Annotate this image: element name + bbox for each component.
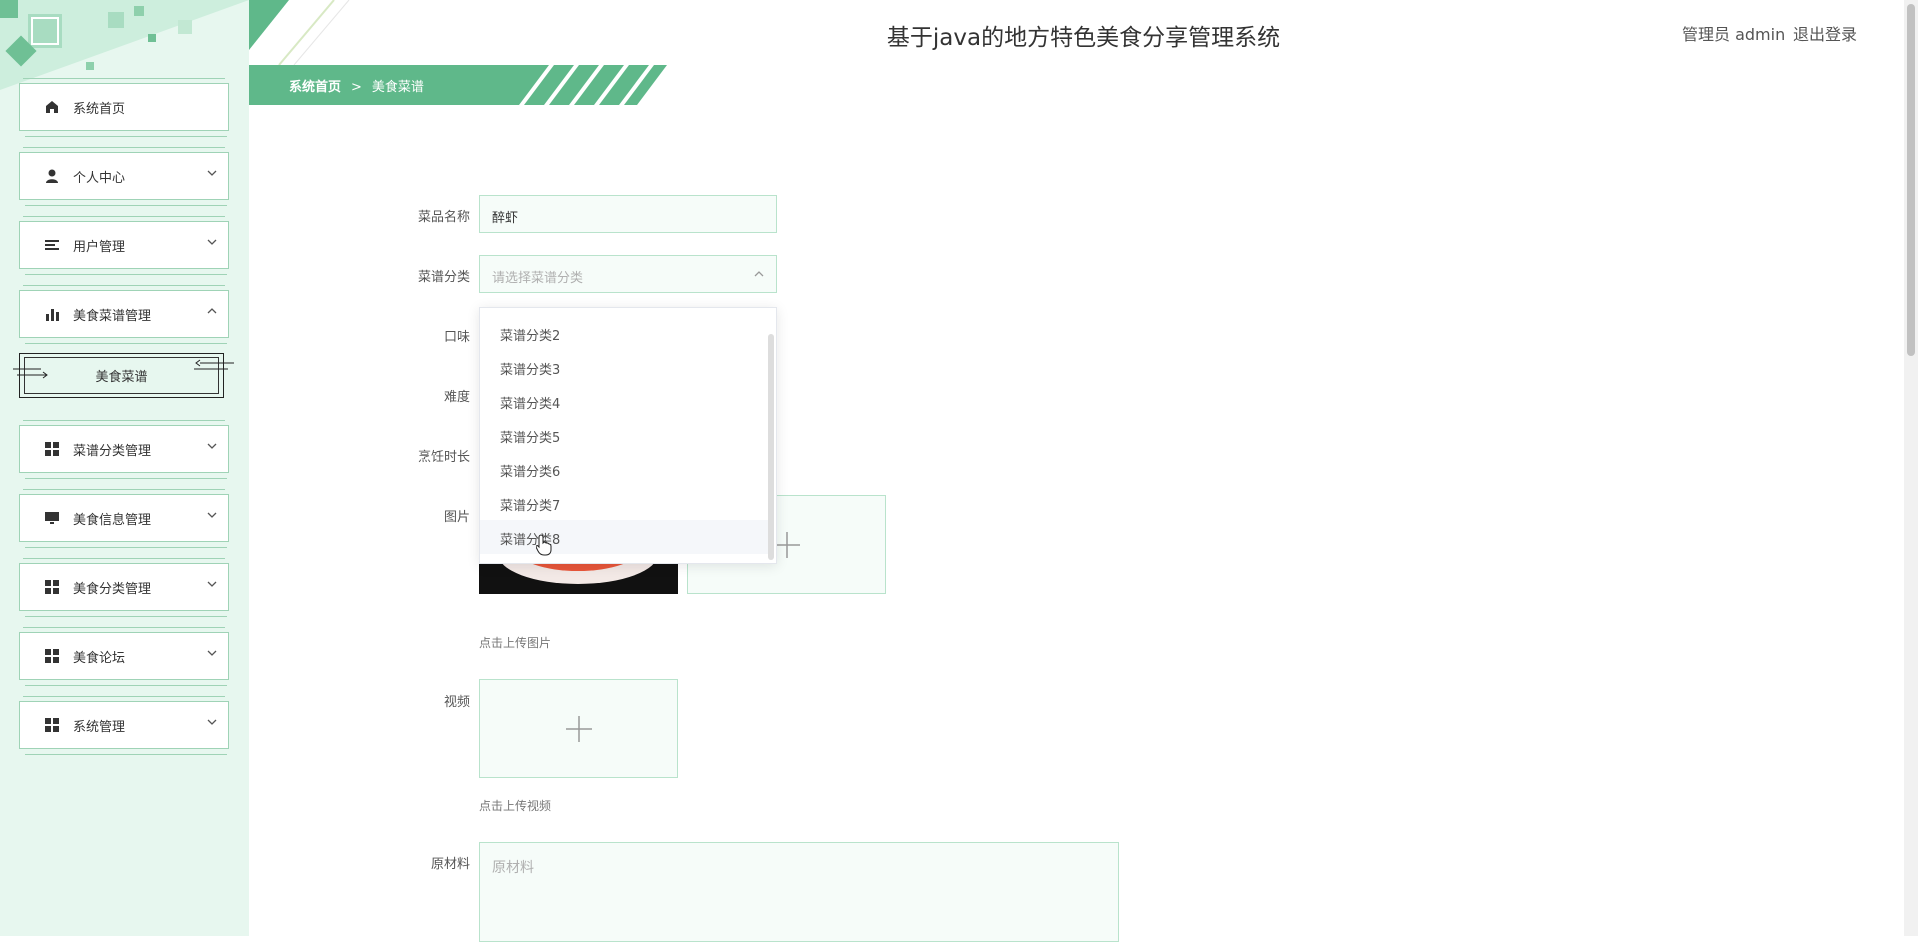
breadcrumb-separator: > — [351, 80, 362, 95]
logout-link[interactable]: 退出登录 — [1793, 21, 1857, 45]
sidebar-item-label: 美食分类管理 — [73, 582, 152, 597]
sidebar-item-label: 美食信息管理 — [73, 513, 152, 528]
grid-icon — [45, 649, 59, 663]
chevron-up-icon — [207, 308, 217, 314]
chevron-up-icon — [754, 271, 764, 277]
sidebar-item-system[interactable]: 系统管理 — [19, 696, 229, 755]
sidebar-item-label: 菜谱分类管理 — [73, 444, 152, 459]
breadcrumb-current: 美食菜谱 — [371, 80, 424, 95]
sidebar-item-users[interactable]: 用户管理 — [19, 216, 229, 275]
breadcrumb: 系统首页 > 美食菜谱 — [249, 65, 669, 105]
home-icon — [46, 101, 58, 113]
sidebar-item-label: 美食论坛 — [73, 651, 126, 666]
dropdown-scrollbar[interactable] — [768, 334, 774, 560]
category-select[interactable]: 请选择菜谱分类 — [479, 255, 777, 293]
user-icon — [46, 169, 58, 183]
taste-label: 口味 — [443, 330, 470, 345]
sidebar-item-recipe-category[interactable]: 菜谱分类管理 — [19, 420, 229, 479]
video-upload[interactable] — [479, 679, 678, 778]
chevron-down-icon — [207, 443, 217, 449]
sidebar-item-label: 个人中心 — [73, 171, 126, 186]
sidebar-subitem-recipes[interactable]: 美食菜谱 — [13, 353, 234, 398]
chevron-down-icon — [207, 512, 217, 518]
name-input[interactable]: 醉虾 — [479, 195, 777, 233]
sidebar-item-profile[interactable]: 个人中心 — [19, 147, 229, 206]
category-label: 菜谱分类 — [417, 270, 470, 285]
chevron-down-icon — [207, 719, 217, 725]
image-hint: 点击上传图片 — [479, 636, 552, 650]
dropdown-option-hovered[interactable]: 菜谱分类8 — [480, 520, 770, 554]
difficulty-label: 难度 — [443, 390, 470, 405]
cook-time-label: 烹饪时长 — [417, 450, 470, 465]
app-title: 基于java的地方特色美食分享管理系统 — [886, 25, 1281, 51]
dropdown-option[interactable]: 菜谱分类1 — [480, 308, 770, 316]
list-icon — [45, 240, 59, 250]
image-label: 图片 — [443, 510, 470, 525]
sidebar-item-label: 用户管理 — [73, 240, 126, 255]
sidebar-item-label: 美食菜谱管理 — [73, 309, 152, 324]
sidebar: 系统首页 个人中心 用户管理 美食菜谱管理 美食菜谱 菜谱分类管理 美食信息管理 — [0, 0, 249, 936]
grid-icon — [45, 718, 59, 732]
chevron-down-icon — [207, 170, 217, 176]
dropdown-option[interactable]: 菜谱分类5 — [480, 418, 770, 452]
top-header: 基于java的地方特色美食分享管理系统 管理员 admin 退出登录 — [249, 0, 1918, 65]
page-scrollbar-thumb[interactable] — [1907, 4, 1915, 356]
arrow-left-icon — [194, 359, 234, 370]
sidebar-item-home[interactable]: 系统首页 — [19, 78, 229, 137]
sidebar-decoration — [0, 0, 249, 90]
current-user: 管理员 admin — [1682, 25, 1786, 44]
sidebar-item-food-info[interactable]: 美食信息管理 — [19, 489, 229, 548]
dropdown-option[interactable]: 菜谱分类2 — [480, 316, 770, 350]
chevron-down-icon — [207, 239, 217, 245]
bar-chart-icon — [46, 309, 59, 321]
grid-icon — [45, 580, 59, 594]
chevron-down-icon — [207, 581, 217, 587]
category-dropdown: 菜谱分类1 菜谱分类2 菜谱分类3 菜谱分类4 菜谱分类5 菜谱分类6 菜谱分类… — [479, 307, 777, 564]
hand-cursor-icon — [536, 534, 552, 556]
dropdown-option[interactable]: 菜谱分类7 — [480, 486, 770, 520]
sidebar-item-food-category[interactable]: 美食分类管理 — [19, 558, 229, 617]
sidebar-item-label: 系统首页 — [73, 102, 126, 117]
name-label: 菜品名称 — [417, 210, 470, 225]
page-scrollbar[interactable] — [1904, 0, 1918, 936]
video-hint: 点击上传视频 — [479, 799, 552, 813]
ingredients-textarea[interactable]: 原材料 — [479, 842, 1119, 942]
ingredients-placeholder: 原材料 — [492, 860, 534, 876]
grid-icon — [45, 442, 59, 456]
dropdown-option[interactable]: 菜谱分类3 — [480, 350, 770, 384]
sidebar-item-recipe-management[interactable]: 美食菜谱管理 — [19, 285, 229, 344]
dropdown-option[interactable]: 菜谱分类6 — [480, 452, 770, 486]
arrow-right-icon — [13, 368, 48, 379]
plus-icon — [565, 715, 592, 742]
chevron-down-icon — [207, 650, 217, 656]
monitor-icon — [45, 512, 59, 524]
video-label: 视频 — [443, 695, 470, 710]
dropdown-option[interactable]: 菜谱分类4 — [480, 384, 770, 418]
sidebar-item-label: 系统管理 — [73, 720, 126, 735]
breadcrumb-home[interactable]: 系统首页 — [289, 80, 341, 95]
category-placeholder: 请选择菜谱分类 — [492, 271, 584, 286]
sidebar-item-forum[interactable]: 美食论坛 — [19, 627, 229, 686]
ingredients-label: 原材料 — [430, 857, 470, 872]
